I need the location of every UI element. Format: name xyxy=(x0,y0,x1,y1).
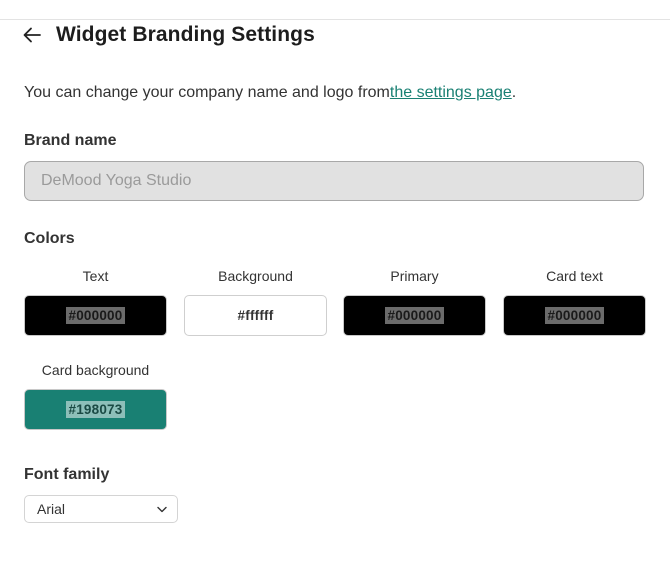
card-text-color-value: #000000 xyxy=(544,307,605,324)
colors-label: Colors xyxy=(24,230,75,247)
brand-name-label: Brand name xyxy=(24,132,117,149)
font-family-label: Font family xyxy=(24,466,110,483)
text-color-label: Text xyxy=(82,268,109,284)
card-background-color-swatch[interactable]: #198073 xyxy=(24,389,167,430)
page-header: Widget Branding Settings xyxy=(22,20,315,50)
card-text-color-label: Card text xyxy=(546,268,603,284)
primary-color-value: #000000 xyxy=(384,307,445,324)
primary-color-swatch[interactable]: #000000 xyxy=(343,295,486,336)
intro-label: You can change your company name and log… xyxy=(24,84,390,101)
page-title: Widget Branding Settings xyxy=(56,23,315,46)
text-color-swatch[interactable]: #000000 xyxy=(24,295,167,336)
font-family-select[interactable]: Arial xyxy=(24,495,178,523)
chevron-down-icon xyxy=(157,500,167,518)
text-color-value: #000000 xyxy=(65,307,126,324)
font-family-value: Arial xyxy=(37,501,66,517)
brand-name-input[interactable] xyxy=(24,161,644,201)
background-color-swatch[interactable]: #ffffff xyxy=(184,295,327,336)
card-text-color-swatch[interactable]: #000000 xyxy=(503,295,646,336)
card-background-color-label: Card background xyxy=(41,362,150,378)
arrow-left-icon[interactable] xyxy=(22,25,42,45)
background-color-label: Background xyxy=(218,268,293,284)
intro-suffix: . xyxy=(511,84,517,101)
primary-color-label: Primary xyxy=(390,268,439,284)
card-background-color-value: #198073 xyxy=(65,401,126,418)
background-color-value: #ffffff xyxy=(237,308,274,323)
intro-text: You can change your company name and log… xyxy=(24,84,516,102)
settings-page-link[interactable]: the settings page xyxy=(390,84,512,101)
